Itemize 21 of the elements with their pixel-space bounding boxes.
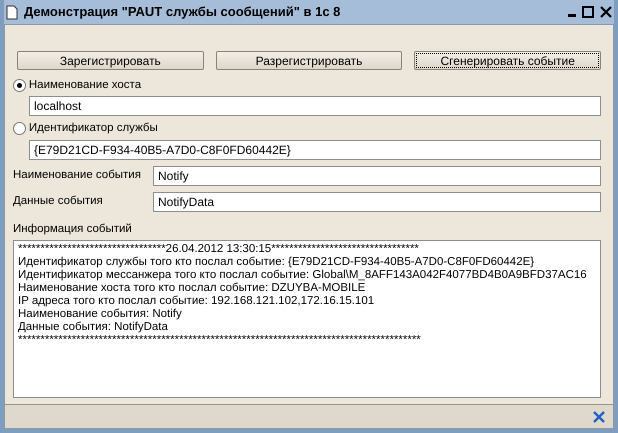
log-line: Идентификатор мессанжера того кто послал событие: Global\M_8AFF143A042F4077BD4B0A9BFD37AC16	[18, 268, 588, 282]
action-button[interactable]: Зарегистрировать	[17, 51, 204, 70]
input-field[interactable]: {E79D21CD-F934-40B5-A7D0-C8F0FD60442E}	[29, 140, 601, 160]
log-line: *********************************26.04.2012 13:30:15*********************************	[18, 242, 420, 256]
log-label: Информация событий	[13, 222, 133, 236]
log-line: Наименование события: Notify	[18, 308, 183, 321]
field-label: Данные события	[13, 194, 104, 209]
input-field[interactable]: NotifyData	[153, 192, 601, 212]
action-button[interactable]: Разрегистрировать	[216, 51, 402, 70]
input-field[interactable]: Notify	[153, 166, 601, 186]
log-line: Идентификатор службы того кто послал событие: {E79D21CD-F934-40B5-A7D0-C8F0FD60442E}	[18, 256, 536, 269]
log-line: IP адреса того кто послал событие: 192.168.121.102,172.16.15.101	[18, 294, 376, 308]
log-line: Данные события: NotifyData	[18, 320, 169, 334]
window-title: Демонстрация "PAUT службы сообщений" в 1с 8	[24, 3, 342, 22]
input-field[interactable]: localhost	[29, 96, 601, 116]
action-button[interactable]: Сгенерировать событие	[414, 51, 602, 70]
log-line: ******************************************************************************************	[18, 334, 422, 347]
field-label: Наименование события	[13, 168, 142, 183]
radio-label[interactable]: Наименование хоста	[28, 77, 142, 94]
log-line: Наименование хоста того кто послал событие: DZUYBA-MOBILE	[18, 282, 366, 295]
radio-label[interactable]: Идентификатор службы	[28, 120, 158, 138]
